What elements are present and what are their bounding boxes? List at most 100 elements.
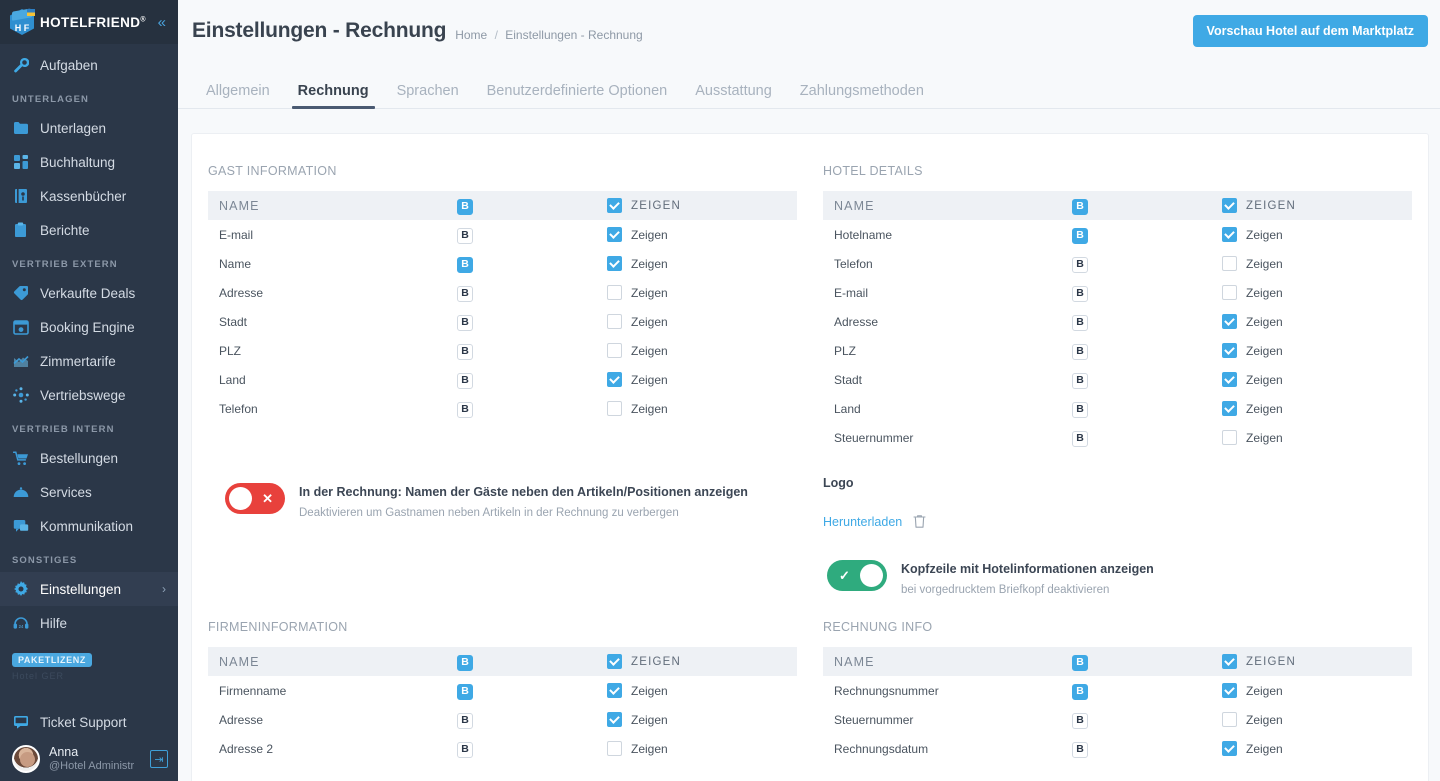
logout-icon[interactable]: ⇥ — [150, 750, 168, 768]
show-checkbox[interactable] — [607, 683, 622, 698]
show-checkbox[interactable] — [1222, 741, 1237, 756]
bold-toggle[interactable]: B — [457, 343, 473, 360]
bold-toggle[interactable]: B — [1072, 372, 1088, 389]
clipboard-icon — [12, 222, 29, 239]
show-checkbox[interactable] — [1222, 314, 1237, 329]
show-checkbox[interactable] — [607, 712, 622, 727]
show-checkbox[interactable] — [1222, 683, 1237, 698]
bold-toggle[interactable]: B — [457, 683, 473, 700]
sidebar-user-profile[interactable]: Anna @Hotel Administr ⇥ — [0, 738, 178, 781]
bold-toggle[interactable]: B — [457, 712, 473, 729]
header-cell-name: NAME — [208, 191, 457, 220]
sidebar-item-aufgaben[interactable]: Aufgaben — [0, 48, 178, 82]
bold-toggle[interactable]: B — [1072, 741, 1088, 758]
trash-icon[interactable] — [913, 514, 926, 529]
sidebar-item-label: Vertriebswege — [40, 387, 126, 403]
guest-names-toggle-title: In der Rechnung: Namen der Gäste neben d… — [299, 485, 748, 499]
header-cell-zeigen: ZEIGEN — [1222, 191, 1412, 220]
show-checkbox[interactable] — [607, 227, 622, 242]
row-bold-cell: B — [457, 307, 607, 336]
bold-toggle[interactable]: B — [457, 256, 473, 273]
show-checkbox[interactable] — [1222, 430, 1237, 445]
sidebar-item-vertriebswege[interactable]: Vertriebswege — [0, 378, 178, 412]
sidebar-item-unterlagen[interactable]: Unterlagen — [0, 111, 178, 145]
bold-toggle[interactable]: B — [1072, 256, 1088, 273]
show-checkbox[interactable] — [1222, 256, 1237, 271]
hotel-details-table: NAME B ZEIGEN Hotelname B Zeigen Telefon B Zeige… — [823, 191, 1412, 452]
row-name: Adresse — [219, 712, 264, 727]
sidebar-item-kassenbuecher[interactable]: Kassenbücher — [0, 179, 178, 213]
show-checkbox[interactable] — [607, 256, 622, 271]
bold-toggle[interactable]: B — [1072, 227, 1088, 244]
bold-toggle[interactable]: B — [1072, 285, 1088, 302]
preview-hotel-marketplace-button[interactable]: Vorschau Hotel auf dem Marktplatz — [1192, 15, 1428, 47]
bold-toggle[interactable]: B — [1072, 401, 1088, 418]
show-checkbox[interactable] — [607, 285, 622, 300]
bold-toggle[interactable]: B — [457, 314, 473, 331]
tag-icon — [12, 285, 29, 302]
bold-toggle[interactable]: B — [1072, 314, 1088, 331]
bold-toggle[interactable]: B — [457, 227, 473, 244]
show-checkbox[interactable] — [1222, 227, 1237, 242]
hotel-header-toggle[interactable]: ✓ — [827, 560, 887, 591]
show-checkbox-all[interactable] — [1222, 654, 1237, 669]
show-checkbox[interactable] — [1222, 372, 1237, 387]
show-checkbox-all[interactable] — [1222, 198, 1237, 213]
sidebar-item-einstellungen[interactable]: Einstellungen › — [0, 572, 178, 606]
table-header-row: NAME B ZEIGEN — [208, 191, 797, 220]
show-checkbox[interactable] — [1222, 712, 1237, 727]
guest-names-toggle[interactable]: ✕ — [225, 483, 285, 514]
row-bold-cell: B — [1072, 365, 1222, 394]
sidebar-group-title-vertrieb-extern: VERTRIEB EXTERN — [12, 259, 118, 270]
bold-toggle[interactable]: B — [1072, 430, 1088, 447]
tab-benutzerdefinierte-optionen[interactable]: Benutzerdefinierte Optionen — [473, 83, 682, 109]
bold-toggle[interactable]: B — [457, 401, 473, 418]
breadcrumb-home[interactable]: Home — [455, 28, 487, 42]
show-checkbox[interactable] — [607, 314, 622, 329]
bold-toggle-all[interactable]: B — [457, 198, 473, 215]
sidebar-item-hilfe[interactable]: 24 Hilfe — [0, 606, 178, 640]
bold-toggle-all[interactable]: B — [457, 654, 473, 671]
show-checkbox[interactable] — [607, 343, 622, 358]
hotel-header-toggle-subtitle: bei vorgedrucktem Briefkopf deaktivieren — [901, 584, 1110, 596]
sidebar-group-title-vertrieb-intern: VERTRIEB INTERN — [12, 424, 115, 435]
show-checkbox-all[interactable] — [607, 198, 622, 213]
bold-toggle[interactable]: B — [1072, 683, 1088, 700]
tab-rechnung[interactable]: Rechnung — [284, 83, 383, 109]
sidebar-item-services[interactable]: Services — [0, 475, 178, 509]
sidebar-item-buchhaltung[interactable]: Buchhaltung — [0, 145, 178, 179]
sidebar-item-bestellungen[interactable]: Bestellungen — [0, 441, 178, 475]
tab-sprachen[interactable]: Sprachen — [383, 83, 473, 109]
tab-zahlungsmethoden[interactable]: Zahlungsmethoden — [786, 83, 938, 109]
bold-toggle-all[interactable]: B — [1072, 198, 1088, 215]
bold-toggle-all[interactable]: B — [1072, 654, 1088, 671]
logo-download-link[interactable]: Herunterladen — [823, 515, 902, 529]
tab-allgemein[interactable]: Allgemein — [192, 83, 284, 109]
sidebar-item-verkaufte-deals[interactable]: Verkaufte Deals — [0, 276, 178, 310]
show-checkbox[interactable] — [1222, 401, 1237, 416]
bold-toggle[interactable]: B — [457, 372, 473, 389]
bold-toggle[interactable]: B — [1072, 343, 1088, 360]
row-bold-cell: B — [1072, 705, 1222, 734]
show-checkbox[interactable] — [607, 401, 622, 416]
show-checkbox[interactable] — [1222, 285, 1237, 300]
tab-ausstattung[interactable]: Ausstattung — [681, 83, 786, 109]
show-checkbox[interactable] — [607, 372, 622, 387]
chevron-double-left-icon[interactable]: « — [158, 15, 168, 30]
sidebar-item-label: Kommunikation — [40, 518, 134, 534]
sidebar-item-booking-engine[interactable]: Booking Engine — [0, 310, 178, 344]
toggle-knob — [229, 487, 252, 510]
sidebar-item-ticket-support[interactable]: Ticket Support — [0, 706, 178, 738]
sidebar-item-zimmertarife[interactable]: Zimmertarife — [0, 344, 178, 378]
bold-toggle[interactable]: B — [457, 741, 473, 758]
show-checkbox[interactable] — [1222, 343, 1237, 358]
table-row: Adresse 2 B Zeigen — [208, 734, 797, 763]
brand-name: HOTELFRIEND® — [40, 14, 146, 30]
show-checkbox[interactable] — [607, 741, 622, 756]
sidebar-item-label: Unterlagen — [40, 120, 107, 136]
sidebar-item-kommunikation[interactable]: Kommunikation — [0, 509, 178, 543]
bold-toggle[interactable]: B — [457, 285, 473, 302]
show-checkbox-all[interactable] — [607, 654, 622, 669]
sidebar-item-berichte[interactable]: Berichte — [0, 213, 178, 247]
bold-toggle[interactable]: B — [1072, 712, 1088, 729]
